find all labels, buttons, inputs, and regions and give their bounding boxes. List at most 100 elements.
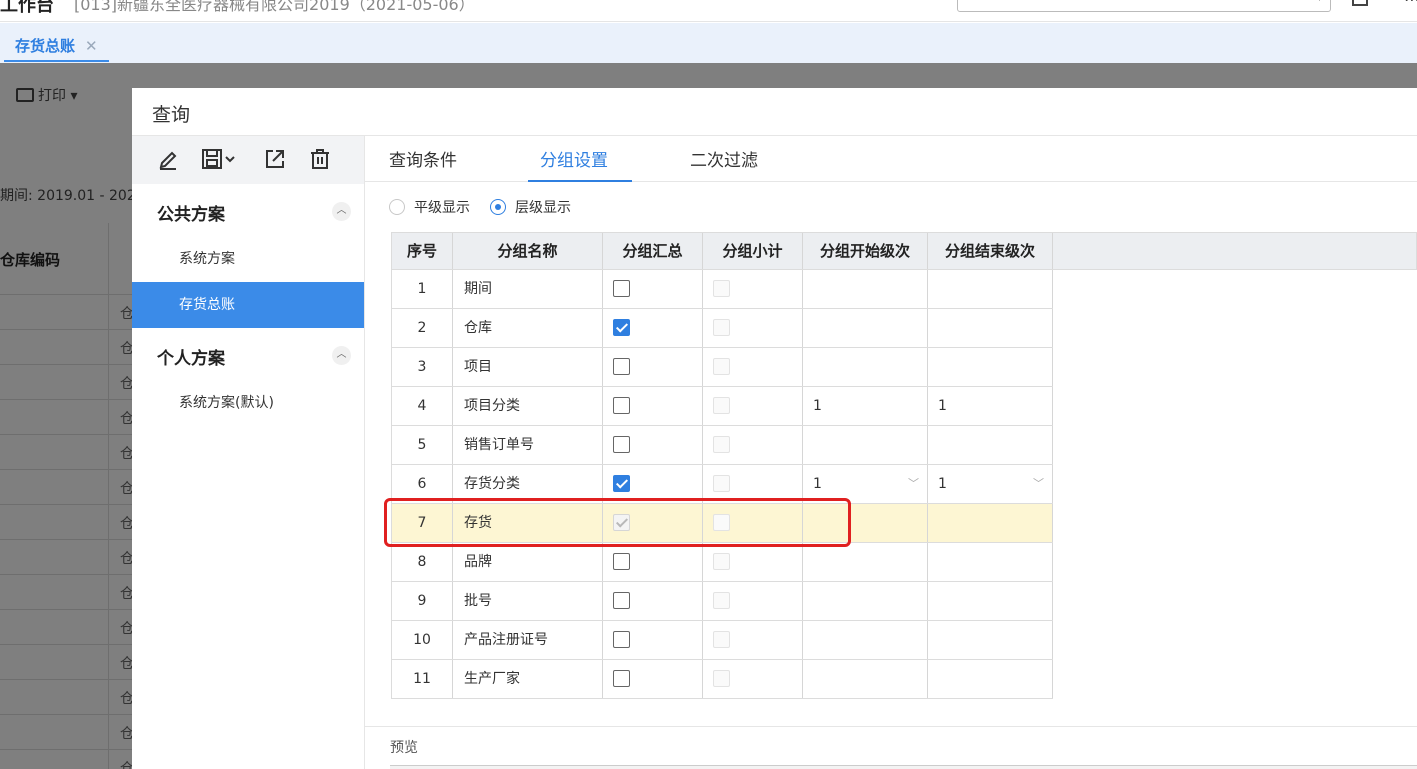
summary-checkbox[interactable] (613, 670, 630, 687)
table-row[interactable]: 10 产品注册证号 (391, 621, 1053, 660)
summary-cell (603, 621, 703, 659)
subtotal-cell (703, 309, 803, 347)
annotation-highlight-box (384, 498, 851, 547)
end-level-cell[interactable] (928, 582, 1053, 620)
export-icon[interactable] (264, 148, 286, 172)
scheme-item[interactable]: 系统方案(默认) (132, 380, 364, 426)
table-row[interactable]: 5 销售订单号 (391, 426, 1053, 465)
preview-label: 预览 (390, 740, 418, 756)
app-title: 工作台 (0, 0, 54, 16)
subtotal-checkbox (713, 592, 730, 609)
end-level-cell[interactable]: 1 ﹀ (928, 465, 1053, 503)
column-header: 分组结束级次 (928, 233, 1053, 269)
dialog-title: 查询 (152, 104, 191, 126)
summary-checkbox[interactable] (613, 280, 630, 297)
group-name: 销售订单号 (453, 426, 603, 464)
start-level-cell[interactable] (803, 426, 928, 464)
group-name: 项目分类 (453, 387, 603, 425)
more-icon[interactable]: ⋯ (1404, 0, 1417, 9)
scheme-item[interactable]: 系统方案 (132, 236, 364, 282)
start-level-cell[interactable] (803, 348, 928, 386)
end-level-cell[interactable] (928, 426, 1053, 464)
scheme-list: 公共方案 ︿ 系统方案 存货总账 个人方案 ︿ 系统方案(默认) (132, 184, 364, 426)
summary-checkbox[interactable] (613, 553, 630, 570)
radio-button[interactable] (389, 199, 405, 215)
table-row[interactable]: 11 生产厂家 (391, 660, 1053, 699)
subtotal-checkbox (713, 670, 730, 687)
end-level-cell[interactable] (928, 270, 1053, 308)
summary-cell (603, 309, 703, 347)
end-level-cell[interactable] (928, 504, 1053, 542)
background-row: 仓 (0, 750, 140, 769)
preview-grid (390, 765, 1417, 769)
table-row[interactable]: 4 项目分类 1 1 (391, 387, 1053, 426)
summary-checkbox[interactable] (613, 592, 630, 609)
summary-checkbox[interactable] (613, 319, 630, 336)
summary-checkbox[interactable] (613, 358, 630, 375)
start-level-cell[interactable] (803, 621, 928, 659)
scheme-group: 个人方案 ︿ (132, 328, 364, 380)
table-row[interactable]: 8 品牌 (391, 543, 1053, 582)
subtotal-checkbox (713, 358, 730, 375)
end-level-cell[interactable] (928, 348, 1053, 386)
summary-checkbox[interactable] (613, 631, 630, 648)
start-level-cell[interactable] (803, 543, 928, 581)
table-row[interactable]: 2 仓库 (391, 309, 1053, 348)
subtotal-checkbox (713, 436, 730, 453)
start-level-cell[interactable] (803, 660, 928, 698)
summary-checkbox[interactable] (613, 397, 630, 414)
end-level-cell[interactable] (928, 309, 1053, 347)
end-level-cell[interactable]: 1 (928, 387, 1053, 425)
group-name: 产品注册证号 (453, 621, 603, 659)
tab-secondary-filter[interactable]: 二次过滤 (690, 146, 758, 182)
end-level-cell[interactable] (928, 660, 1053, 698)
trash-icon[interactable] (309, 148, 331, 172)
edit-icon[interactable] (158, 148, 178, 172)
subtotal-checkbox (713, 475, 730, 492)
end-level-cell[interactable] (928, 621, 1053, 659)
chevron-up-icon[interactable]: ︿ (332, 202, 351, 221)
tab-query-conditions[interactable]: 查询条件 (389, 146, 457, 182)
start-level-cell[interactable] (803, 309, 928, 347)
close-icon[interactable]: ✕ (85, 37, 98, 55)
row-number: 4 (392, 387, 453, 425)
table-row[interactable]: 1 期间 (391, 270, 1053, 309)
start-level-cell[interactable]: 1 (803, 387, 928, 425)
scheme-item[interactable]: 存货总账 (132, 282, 364, 328)
chevron-down-icon: ﹀ (908, 477, 919, 490)
tab-group-settings[interactable]: 分组设置 (528, 146, 632, 182)
chevron-up-icon[interactable]: ︿ (332, 346, 351, 365)
grid-header: 仓库编码 (0, 223, 140, 295)
tab-inventory-ledger[interactable]: 存货总账 ✕ (4, 33, 109, 62)
background-row: 仓 (0, 505, 140, 540)
group-name: 批号 (453, 582, 603, 620)
table-row[interactable]: 9 批号 (391, 582, 1053, 621)
save-icon[interactable] (201, 148, 237, 172)
background-row: 仓 (0, 435, 140, 470)
scheme-sidebar: 公共方案 ︿ 系统方案 存货总账 个人方案 ︿ 系统方案(默认) (132, 136, 365, 769)
column-header: 分组开始级次 (803, 233, 928, 269)
end-level-cell[interactable] (928, 543, 1053, 581)
summary-checkbox[interactable] (613, 475, 630, 492)
org-selector[interactable]: ▾ (957, 0, 1331, 12)
group-name: 仓库 (453, 309, 603, 347)
summary-cell (603, 270, 703, 308)
subtotal-checkbox (713, 631, 730, 648)
group-name: 项目 (453, 348, 603, 386)
summary-checkbox[interactable] (613, 436, 630, 453)
radio-button[interactable] (490, 199, 506, 215)
row-number: 10 (392, 621, 453, 659)
row-number: 3 (392, 348, 453, 386)
start-level-cell[interactable] (803, 582, 928, 620)
subtotal-cell (703, 270, 803, 308)
scheme-group: 公共方案 ︿ (132, 184, 364, 236)
row-number: 11 (392, 660, 453, 698)
display-mode-group: 平级显示 层级显示 (389, 197, 591, 217)
tab-label: 存货总账 (15, 37, 76, 55)
window-icon[interactable] (1352, 0, 1368, 6)
table-row[interactable]: 3 项目 (391, 348, 1053, 387)
query-dialog: 查询 公共方案 ︿ 系统方案 存货总账 个人方案 ︿ 系统方案(默认) 查询条件 分组设置 二次… (132, 88, 1417, 769)
subtotal-cell (703, 543, 803, 581)
start-level-cell[interactable] (803, 270, 928, 308)
summary-cell (603, 426, 703, 464)
